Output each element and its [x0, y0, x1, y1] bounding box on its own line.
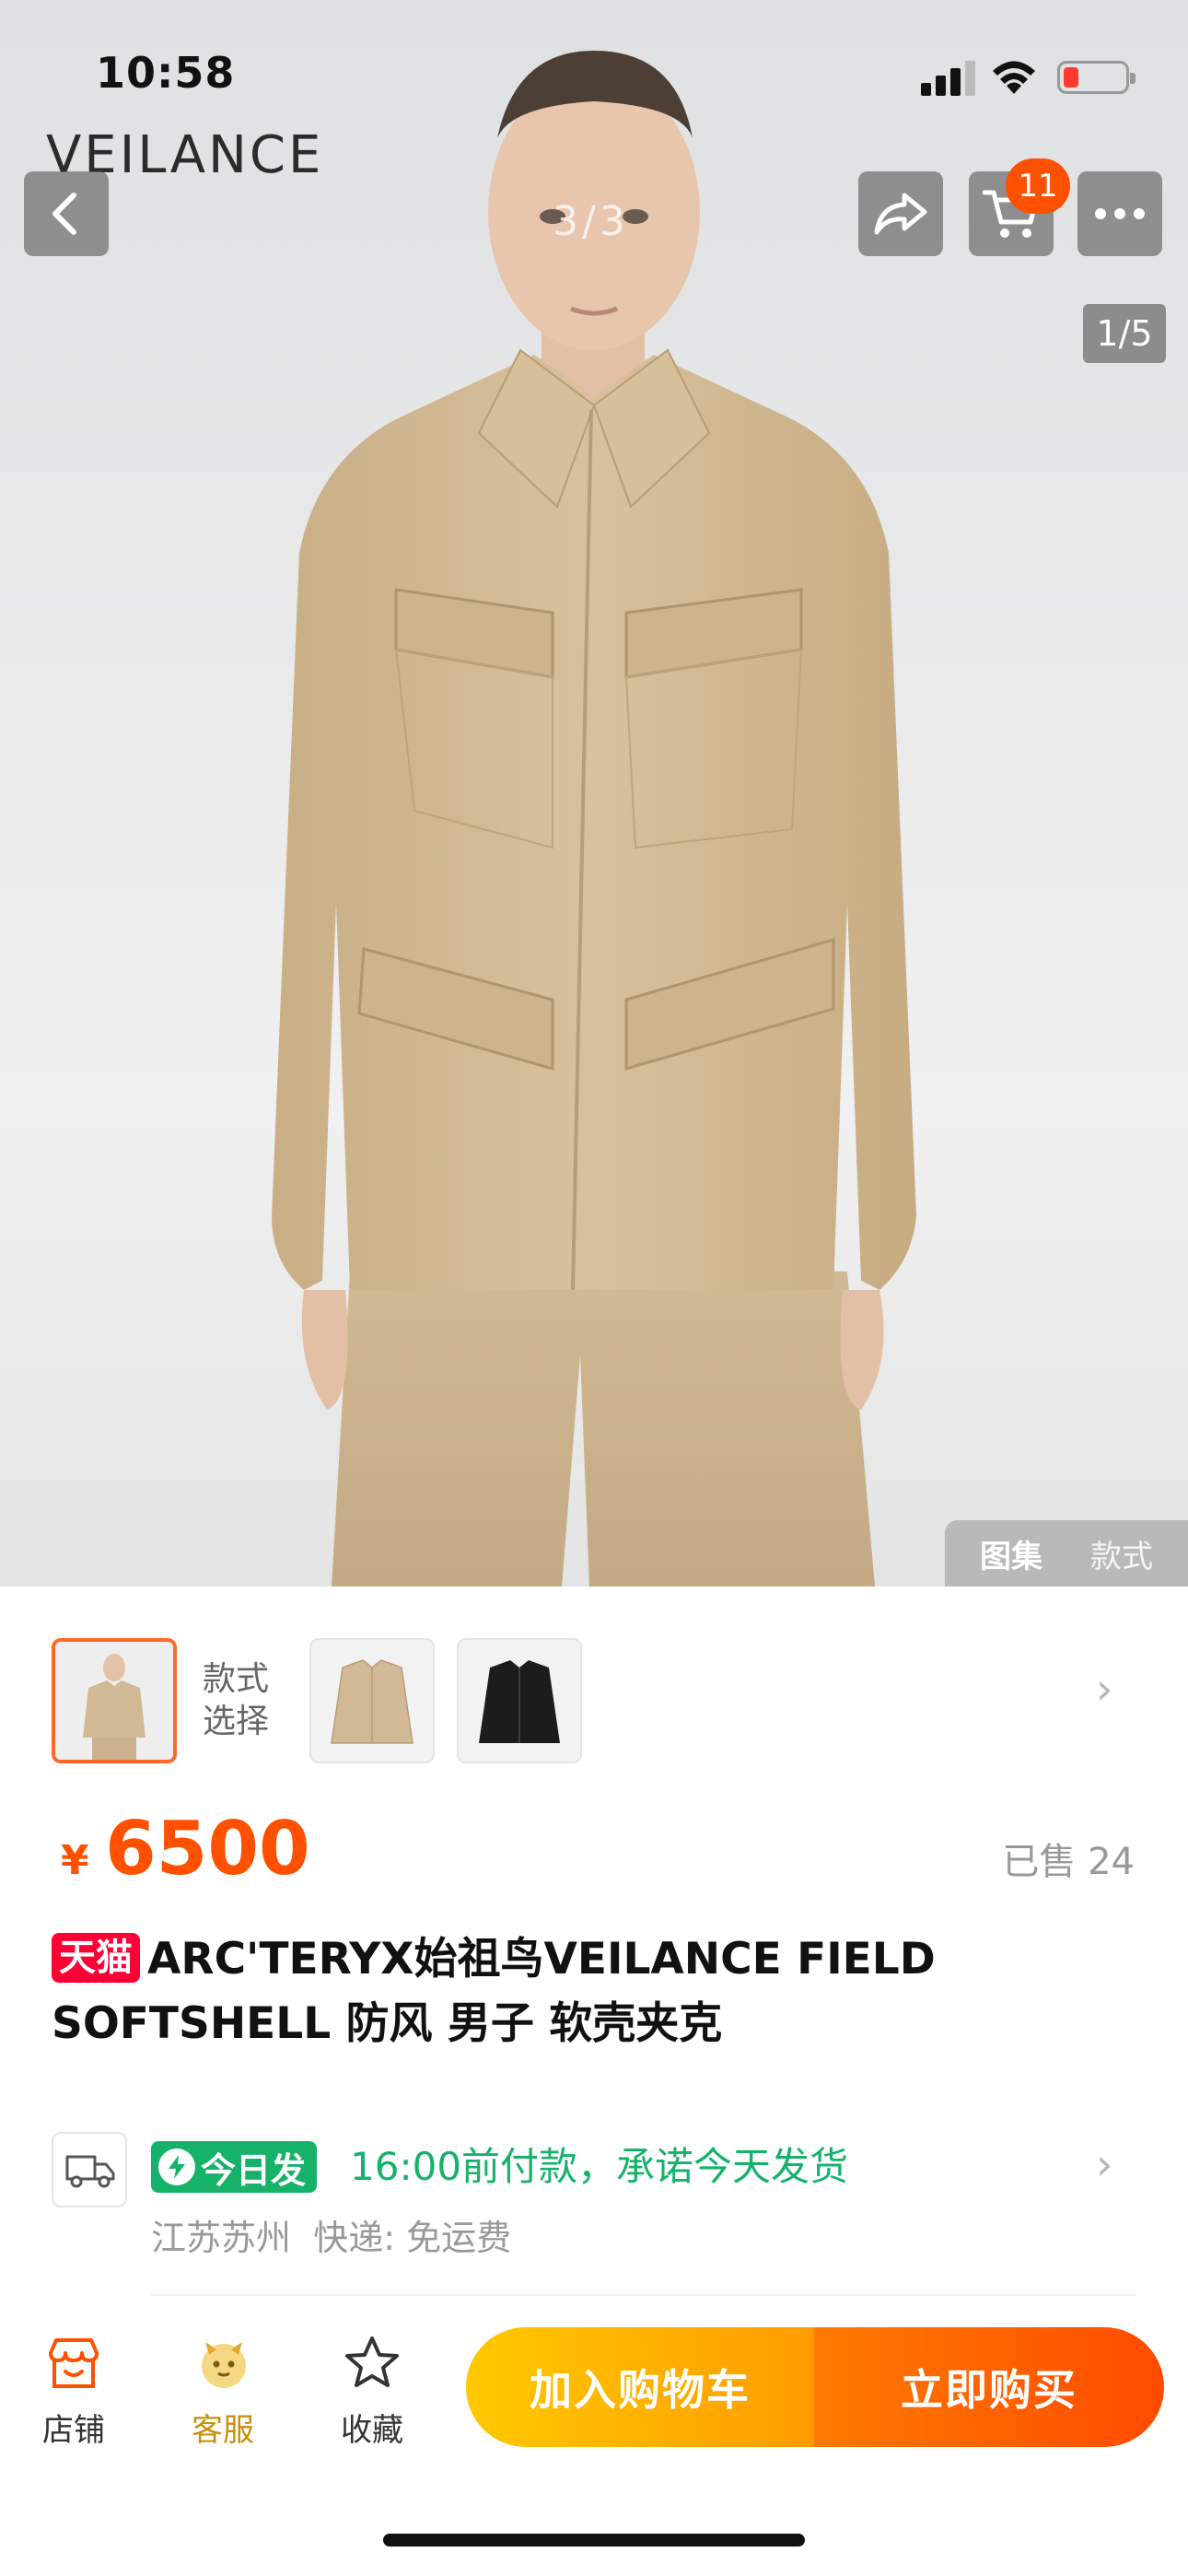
tab-styles[interactable]: 款式	[1090, 1531, 1153, 1576]
shop-label: 店铺	[42, 2412, 105, 2449]
favorite-button[interactable]: 收藏	[317, 2331, 427, 2450]
cart-count-badge: 11	[1006, 158, 1070, 214]
store-icon	[49, 2338, 99, 2388]
home-indicator[interactable]	[383, 2534, 805, 2547]
same-day-label: 今日发	[201, 2149, 307, 2191]
sold-count: 已售 24	[1002, 1841, 1135, 1883]
back-arrow-icon	[52, 193, 76, 235]
status-time: 10:58	[96, 48, 236, 98]
black-jacket-image	[459, 1640, 580, 1762]
customer-service-button[interactable]: 客服	[168, 2331, 278, 2450]
shipping-origin: 江苏苏州 快递: 免运费	[151, 2209, 511, 2260]
price-row: ¥ 6500 已售 24	[0, 1806, 1188, 1907]
wifi-icon	[993, 61, 1035, 94]
tab-gallery[interactable]: 图集	[980, 1531, 1042, 1576]
buy-now-button[interactable]: 立即购买	[814, 2327, 1164, 2447]
style-thumbnail-model[interactable]	[52, 1638, 177, 1763]
product-title: 天猫 ARC'TERYX始祖鸟VEILANCE FIELD SOFTSHELL 防…	[52, 1927, 1138, 2056]
shipping-fee: 快递: 免运费	[313, 2218, 512, 2258]
style-select-label: 款式选择	[203, 1660, 270, 1740]
back-button[interactable]	[24, 171, 109, 256]
divider	[151, 2294, 1136, 2296]
product-title-text: ARC'TERYX始祖鸟VEILANCE FIELD SOFTSHELL 防风 …	[52, 1934, 936, 2049]
chevron-right-icon[interactable]: ›	[1096, 1664, 1112, 1714]
truck-icon	[52, 2132, 127, 2207]
shop-button[interactable]: 店铺	[18, 2331, 129, 2450]
khaki-jacket-image	[311, 1640, 433, 1762]
price-value: 6500	[105, 1806, 310, 1891]
delivery-info[interactable]: 今日发 16:00前付款，承诺今天发货 江苏苏州 快递: 免运费 ›	[0, 2119, 1188, 2260]
star-icon	[345, 2336, 399, 2387]
shipping-promise: 16:00前付款，承诺今天发货	[350, 2144, 849, 2189]
currency-symbol: ¥	[61, 1837, 89, 1884]
service-label: 客服	[192, 2412, 254, 2449]
thumbnail-image	[55, 1642, 173, 1760]
product-image-gallery[interactable]: 10:58 VEILANCE 3/3 11 1/5 图集 款式	[0, 0, 1188, 1587]
more-button[interactable]	[1077, 171, 1162, 256]
style-thumbnail-black[interactable]	[457, 1638, 582, 1763]
battery-icon	[1057, 61, 1136, 94]
tmall-badge: 天猫	[52, 1933, 140, 1983]
status-bar: 10:58	[0, 0, 1188, 138]
share-icon	[874, 193, 927, 235]
origin-location: 江苏苏州	[151, 2218, 292, 2258]
same-day-shipping-badge: 今日发	[151, 2141, 318, 2193]
share-button[interactable]	[858, 171, 943, 256]
chevron-right-icon: ›	[1096, 2139, 1113, 2189]
bottom-action-bar: 店铺 客服 收藏 加入购物车 立即购买	[0, 2313, 1188, 2488]
style-selector: 款式选择 ›	[0, 1587, 1188, 1763]
lightning-icon	[158, 2149, 195, 2185]
image-page-indicator: 1/5	[1083, 304, 1166, 363]
favorite-label: 收藏	[341, 2412, 403, 2449]
gallery-tabs: 图集 款式	[945, 1520, 1188, 1587]
customer-service-icon	[202, 2342, 246, 2388]
style-thumbnail-khaki[interactable]	[309, 1638, 435, 1763]
overlay-image-counter: 3/3	[553, 198, 629, 245]
more-dots-icon	[1095, 208, 1145, 219]
cellular-signal-icon	[921, 61, 976, 96]
add-to-cart-button[interactable]: 加入购物车	[466, 2327, 814, 2447]
